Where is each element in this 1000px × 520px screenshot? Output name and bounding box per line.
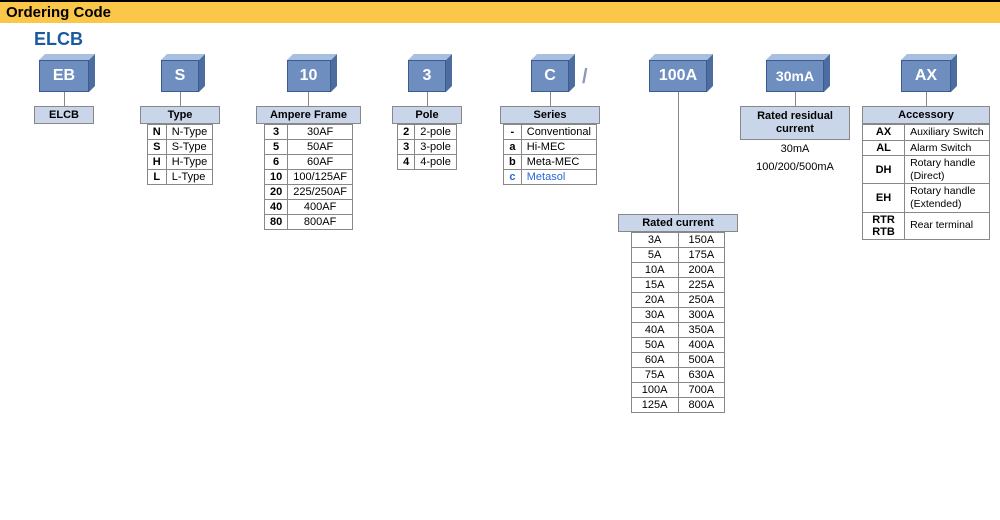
col-rated-current: 100A Rated current 3A150A 5A175A 10A200A… [618,60,738,413]
table-row: 125A800A [631,398,724,413]
table-row: 10A200A [631,263,724,278]
table-row: EHRotary handle (Extended) [863,184,990,212]
table-type: NN-Type SS-Type HH-Type LL-Type [147,124,213,185]
table-row: 75A630A [631,368,724,383]
table-ampere: 330AF 550AF 660AF 10100/125AF 20225/250A… [264,124,353,230]
table-row: 660AF [264,155,352,170]
table-accessory: AXAuxiliary Switch ALAlarm Switch DHRota… [862,124,990,240]
table-row: 30A300A [631,308,724,323]
box-ampere-text: 10 [287,60,331,92]
label-accessory: Accessory [862,106,990,124]
series-link-code[interactable]: c [504,170,522,185]
box-series-text: C [531,60,569,92]
table-row: HH-Type [147,155,212,170]
table-row: 330AF [264,125,352,140]
table-row: AXAuxiliary Switch [863,125,990,141]
table-row: 44-pole [398,155,457,170]
table-series: -Conventional aHi-MEC bMeta-MEC cMetasol [503,124,597,185]
label-series: Series [500,106,600,124]
col-pole: 3 Pole 22-pole 33-pole 44-pole [392,60,462,170]
table-pole: 22-pole 33-pole 44-pole [397,124,457,170]
label-elcb: ELCB [34,106,94,124]
table-row: bMeta-MEC [504,155,597,170]
table-row: -Conventional [504,125,597,140]
table-rated-current: 3A150A 5A175A 10A200A 15A225A 20A250A 30… [631,232,725,413]
table-row: 50A400A [631,338,724,353]
box-elcb-text: EB [39,60,89,92]
table-row: LL-Type [147,170,212,185]
table-row: 20A250A [631,293,724,308]
box-residual-text: 30mA [766,60,824,92]
table-row: cMetasol [504,170,597,185]
box-series: C [531,60,569,92]
table-row: 40A350A [631,323,724,338]
box-elcb: EB [39,60,89,92]
residual-value-2: 100/200/500mA [740,160,850,175]
series-link[interactable]: Metasol [521,170,596,185]
table-row: SS-Type [147,140,212,155]
table-row: 20225/250AF [264,185,352,200]
box-accessory-text: AX [901,60,951,92]
box-ampere: 10 [287,60,331,92]
table-row: 40400AF [264,200,352,215]
label-pole: Pole [392,106,462,124]
table-row: 100A700A [631,383,724,398]
col-type: S Type NN-Type SS-Type HH-Type LL-Type [140,60,220,185]
residual-value-1: 30mA [740,142,850,157]
label-ampere: Ampere Frame [256,106,361,124]
table-row: 22-pole [398,125,457,140]
col-elcb: EB ELCB [34,60,94,124]
col-accessory: AX Accessory AXAuxiliary Switch ALAlarm … [862,60,990,240]
table-row: ALAlarm Switch [863,140,990,156]
box-rated-current-text: 100A [649,60,707,92]
label-rated-current: Rated current [618,214,738,232]
table-row: aHi-MEC [504,140,597,155]
elcb-heading: ELCB [0,23,1000,60]
col-residual: 30mA Rated residual current 30mA 100/200… [740,60,850,175]
slash-separator: / [582,66,588,89]
table-row: 15A225A [631,278,724,293]
table-row: 3A150A [631,233,724,248]
box-pole-text: 3 [408,60,446,92]
table-row: 33-pole [398,140,457,155]
table-row: 80800AF [264,215,352,230]
table-row: DHRotary handle (Direct) [863,156,990,184]
box-residual: 30mA [766,60,824,92]
label-type: Type [140,106,220,124]
section-title: Ordering Code [0,0,1000,23]
box-accessory: AX [901,60,951,92]
box-rated-current: 100A [649,60,707,92]
box-pole: 3 [408,60,446,92]
table-row: 60A500A [631,353,724,368]
label-residual: Rated residual current [740,106,850,140]
table-row: RTR RTBRear terminal [863,212,990,239]
table-row: 10100/125AF [264,170,352,185]
col-ampere: 10 Ampere Frame 330AF 550AF 660AF 10100/… [256,60,361,230]
table-row: 5A175A [631,248,724,263]
table-row: NN-Type [147,125,212,140]
box-type: S [161,60,199,92]
box-type-text: S [161,60,199,92]
table-row: 550AF [264,140,352,155]
